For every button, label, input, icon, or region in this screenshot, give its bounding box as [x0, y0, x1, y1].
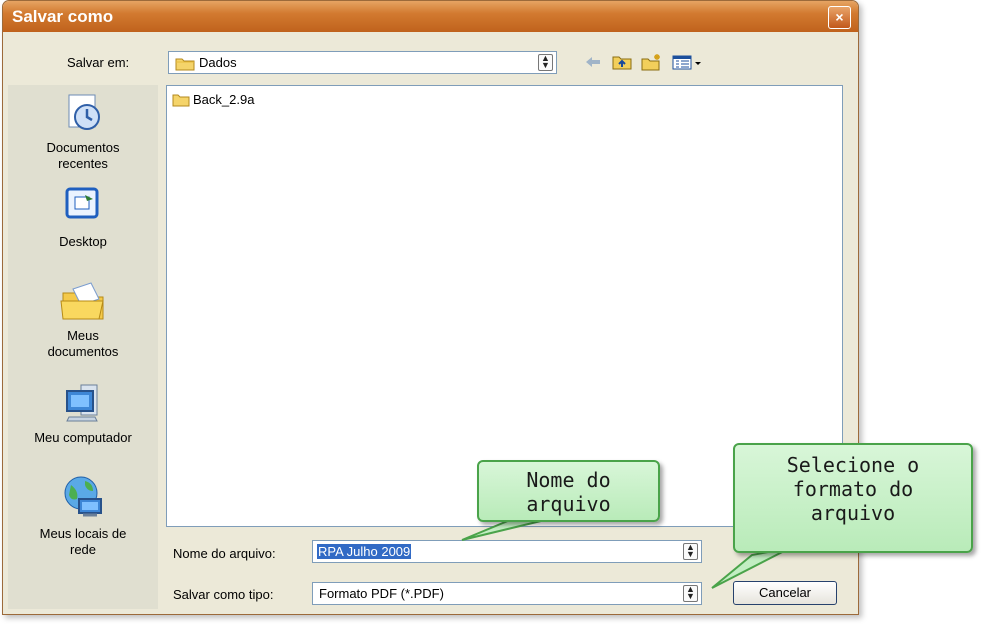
filename-callout: Nome do arquivo	[477, 460, 660, 522]
callout-text: Nome do	[526, 468, 611, 492]
callout-text: formato do	[792, 477, 914, 501]
callout-text: arquivo	[526, 492, 611, 516]
callout-text: Selecione o	[786, 453, 920, 477]
format-callout: Selecione o formato do arquivo	[733, 443, 973, 553]
filename-callout-pointer	[461, 519, 546, 541]
callout-text: arquivo	[810, 501, 896, 525]
format-callout-pointer	[711, 547, 791, 589]
